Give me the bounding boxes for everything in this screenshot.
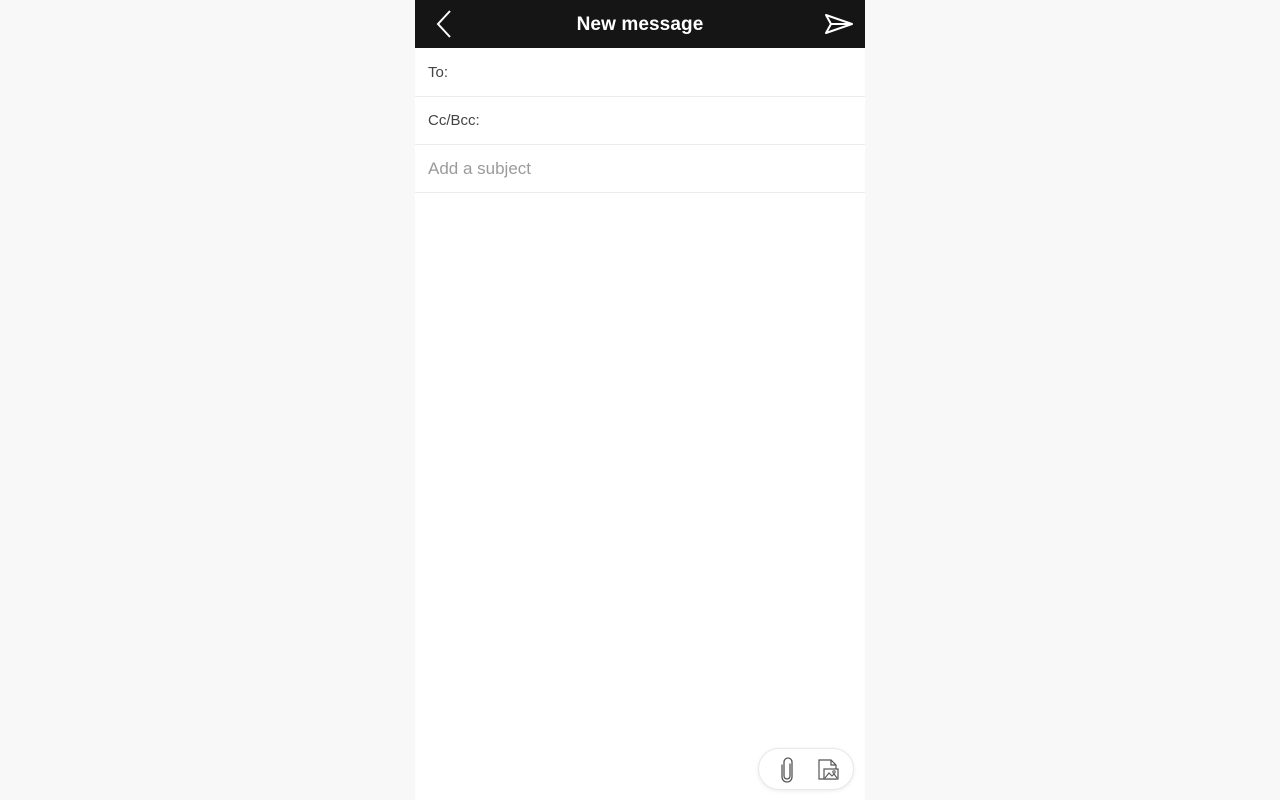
cc-bcc-input[interactable] <box>479 100 865 141</box>
paperclip-icon <box>781 757 793 783</box>
to-label: To: <box>428 64 449 81</box>
image-icon <box>818 759 839 780</box>
page-title: New message <box>576 14 704 35</box>
back-button[interactable] <box>425 4 465 44</box>
send-icon <box>825 14 853 34</box>
send-button[interactable] <box>819 4 859 44</box>
chevron-left-icon <box>436 10 451 38</box>
to-field[interactable]: To: <box>415 49 865 97</box>
cc-bcc-field[interactable]: Cc/Bcc: <box>415 97 865 145</box>
subject-field[interactable] <box>415 145 865 193</box>
cc-bcc-label: Cc/Bcc: <box>428 112 480 129</box>
to-input[interactable] <box>448 52 865 93</box>
top-app-bar: New message <box>415 0 865 48</box>
insert-image-button[interactable] <box>814 756 842 784</box>
subject-input[interactable] <box>428 148 865 189</box>
attach-file-button[interactable] <box>773 756 801 784</box>
attachment-toolbar <box>758 748 854 790</box>
message-body[interactable] <box>415 193 865 743</box>
compose-window: New message To: Cc/Bcc: <box>415 0 865 800</box>
